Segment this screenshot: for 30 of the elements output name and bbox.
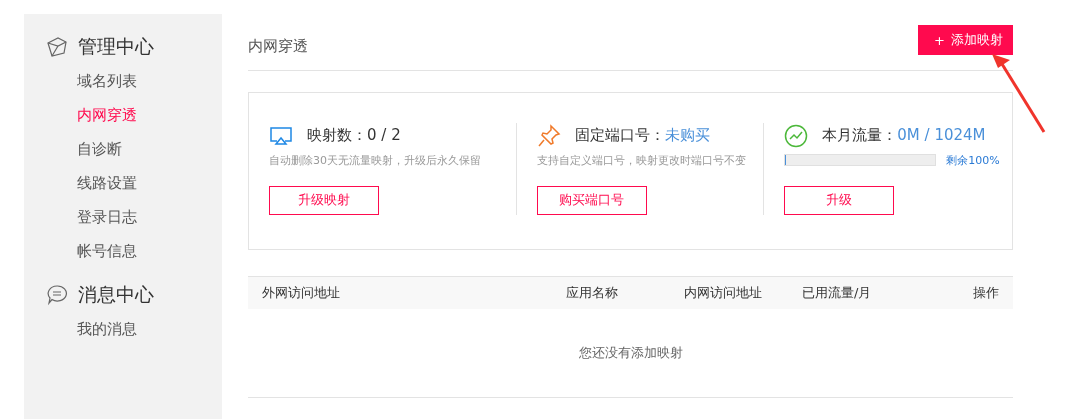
sidebar-group-title: 消息中心 bbox=[78, 282, 154, 307]
column-header: 内网访问地址 bbox=[684, 284, 763, 302]
chat-icon bbox=[46, 284, 68, 306]
stat-label: 本月流量：0M / 1024M bbox=[822, 126, 986, 146]
page-title: 内网穿透 bbox=[248, 36, 308, 56]
sidebar-group-title: 管理中心 bbox=[78, 34, 154, 59]
pin-icon bbox=[536, 123, 561, 148]
stat-label: 映射数：0 / 2 bbox=[307, 126, 401, 146]
sidebar-item[interactable]: 我的消息 bbox=[77, 312, 137, 346]
stat-label: 固定端口号：未购买 bbox=[574, 126, 710, 146]
cube-icon bbox=[46, 36, 68, 58]
stat-button[interactable]: 升级映射 bbox=[269, 185, 379, 215]
empty-message: 您还没有添加映射 bbox=[578, 344, 683, 362]
sidebar-item[interactable]: 自诊断 bbox=[77, 132, 122, 166]
trend-icon bbox=[784, 123, 809, 148]
sidebar-item[interactable]: 登录日志 bbox=[77, 200, 137, 234]
sidebar-item[interactable]: 域名列表 bbox=[77, 64, 137, 98]
sidebar-item[interactable]: 线路设置 bbox=[77, 166, 137, 200]
column-header: 外网访问地址 bbox=[262, 284, 341, 302]
stat-note: 自动删除30天无流量映射，升级后永久保留 bbox=[269, 152, 482, 168]
stat-button[interactable]: 升级 bbox=[784, 185, 895, 215]
sidebar-item[interactable]: 帐号信息 bbox=[77, 234, 137, 268]
remaining-text: 剩余100% bbox=[946, 152, 1000, 168]
screen-icon bbox=[269, 125, 293, 146]
column-header: 操作 bbox=[972, 284, 999, 302]
stat-note: 支持自定义端口号，映射更改时端口号不变 bbox=[536, 152, 747, 168]
add-mapping-button[interactable]: + 添加映射 bbox=[918, 25, 1013, 55]
stat-button[interactable]: 购买端口号 bbox=[536, 185, 647, 215]
column-header: 已用流量/月 bbox=[802, 284, 873, 302]
column-header: 应用名称 bbox=[566, 284, 619, 302]
